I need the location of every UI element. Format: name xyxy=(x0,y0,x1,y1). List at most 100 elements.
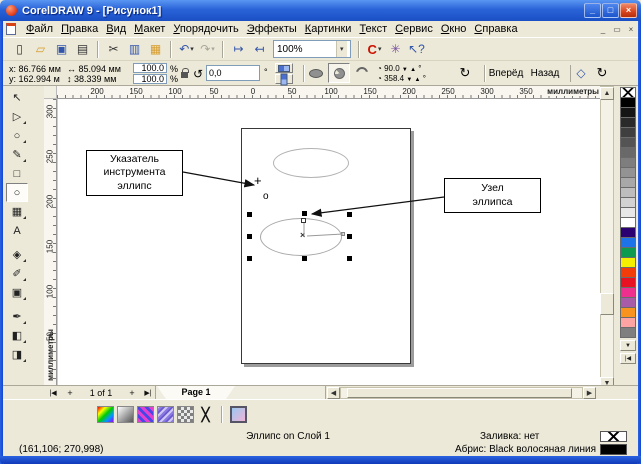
undo-button[interactable]: ↶ ▾ xyxy=(176,39,197,59)
end-angle-value[interactable]: 358.4 xyxy=(384,74,404,83)
vertical-scroll-thumb[interactable] xyxy=(600,293,614,315)
ellipse-node[interactable] xyxy=(301,218,306,223)
rectangle-tool[interactable]: □ xyxy=(6,164,28,183)
selection-handle[interactable] xyxy=(347,256,352,261)
scroll-up-button[interactable]: ▲ xyxy=(600,87,614,100)
callout-node-box[interactable]: Узел эллипса xyxy=(444,178,541,213)
vertical-scrollbar[interactable] xyxy=(600,86,614,399)
y-value[interactable]: 162.994 м xyxy=(19,74,60,84)
mirror-horizontal-button[interactable] xyxy=(275,63,293,73)
first-page-button[interactable]: |◀ xyxy=(46,387,60,399)
menu-item[interactable]: Картинки xyxy=(301,22,356,36)
dropdown-arrow-icon[interactable]: ▾ xyxy=(378,45,382,53)
texture-fill-icon[interactable] xyxy=(177,406,194,423)
zoom-level-combo[interactable]: ▾ xyxy=(273,40,351,58)
scale-x-field[interactable]: 100.0 xyxy=(133,63,167,73)
copy-button[interactable]: ▥ xyxy=(124,39,145,59)
close-button[interactable]: × xyxy=(620,3,637,18)
mirror-vertical-button[interactable] xyxy=(275,73,293,85)
ellipse-shape-button[interactable] xyxy=(305,63,327,83)
menu-item[interactable]: Вид xyxy=(102,22,130,36)
selection-handle[interactable] xyxy=(302,256,307,261)
dropdown-arrow-icon[interactable]: ▾ xyxy=(211,45,215,53)
freehand-tool[interactable]: ✎ xyxy=(6,145,28,164)
no-fill-icon[interactable]: ╳ xyxy=(197,406,214,423)
context-help-button[interactable]: ↖? xyxy=(406,39,427,59)
menu-item[interactable]: Текст xyxy=(355,22,391,36)
maximize-button[interactable]: □ xyxy=(602,3,619,18)
full-pattern-fill-icon[interactable] xyxy=(157,406,174,423)
horizontal-ruler[interactable]: 20015010050050100150200250300350400 милл… xyxy=(57,86,600,99)
document-icon[interactable] xyxy=(6,23,16,35)
selection-handle[interactable] xyxy=(347,234,352,239)
selection-handle[interactable] xyxy=(347,212,352,217)
new-button[interactable]: ▯ xyxy=(9,39,30,59)
palette-expand-button[interactable]: |◀ xyxy=(620,353,636,364)
ellipse-node-small[interactable] xyxy=(341,232,345,236)
menu-item[interactable]: Макет xyxy=(130,22,169,36)
ellipse-shape-top[interactable] xyxy=(273,148,349,178)
fill-tool[interactable]: ◧ xyxy=(6,326,28,345)
fill-color-icon[interactable] xyxy=(97,406,114,423)
scroll-right-button[interactable]: ▶ xyxy=(583,387,596,399)
paste-button[interactable]: ▦ xyxy=(145,39,166,59)
add-page-after-button[interactable]: + xyxy=(125,387,139,399)
dropdown-arrow-icon[interactable]: ▾ xyxy=(336,41,347,57)
export-button[interactable]: ↤ xyxy=(249,39,270,59)
connector-tool[interactable]: ▣ xyxy=(6,283,28,302)
eyedropper-tool[interactable]: ✐ xyxy=(6,264,28,283)
mdi-restore-button[interactable]: ▭ xyxy=(610,22,624,36)
scroll-left-button[interactable]: ◀ xyxy=(327,387,340,399)
menu-item[interactable]: Сервис xyxy=(391,22,437,36)
rotation-angle-field[interactable]: 0,0 xyxy=(206,65,260,81)
color-docker-icon[interactable] xyxy=(230,406,247,423)
x-value[interactable]: 86.766 мм xyxy=(19,64,61,74)
width-value[interactable]: 85.094 мм xyxy=(79,64,121,74)
horizontal-scrollbar[interactable] xyxy=(340,387,583,399)
menu-item[interactable]: Правка xyxy=(57,22,102,36)
pattern-fill-icon[interactable] xyxy=(137,406,154,423)
lock-ratio-icon[interactable] xyxy=(181,68,189,78)
scale-y-field[interactable]: 100.0 xyxy=(133,74,167,84)
arc-shape-button[interactable] xyxy=(351,63,373,83)
color-well[interactable] xyxy=(620,327,636,338)
horizontal-scroll-thumb[interactable] xyxy=(347,388,572,398)
shape-tool[interactable]: ▷ xyxy=(6,107,28,126)
drawing-canvas[interactable]: Указатель инструмента эллипс Узел эллипс… xyxy=(57,99,600,385)
start-angle-value[interactable]: 90.0 xyxy=(384,64,400,73)
ellipse-center-marker[interactable]: × xyxy=(300,230,305,240)
mdi-close-button[interactable]: × xyxy=(624,22,638,36)
last-page-button[interactable]: ▶| xyxy=(141,387,155,399)
save-button[interactable]: ▣ xyxy=(51,39,72,59)
palette-more-button[interactable]: ▼ xyxy=(620,340,636,351)
ruler-origin[interactable] xyxy=(44,86,57,99)
selection-handle[interactable] xyxy=(302,211,307,216)
minimize-button[interactable]: _ xyxy=(584,3,601,18)
pie-shape-button[interactable] xyxy=(328,63,350,83)
convert-to-curves-button[interactable]: ◇ xyxy=(571,63,591,83)
add-page-before-button[interactable]: + xyxy=(63,387,77,399)
spin-up-icon[interactable]: ▲ xyxy=(415,77,421,83)
menu-item[interactable]: Файл xyxy=(22,22,57,36)
ellipse-tool[interactable]: ○ xyxy=(6,183,28,202)
page-tab[interactable]: Page 1 xyxy=(157,386,235,399)
zoom-level-input[interactable] xyxy=(277,43,335,55)
outline-tool[interactable]: ✒ xyxy=(6,307,28,326)
selection-handle[interactable] xyxy=(247,256,252,261)
fountain-fill-icon[interactable] xyxy=(117,406,134,423)
selection-handle[interactable] xyxy=(247,212,252,217)
height-value[interactable]: 38.339 мм xyxy=(74,74,116,84)
import-button[interactable]: ↦ xyxy=(228,39,249,59)
cut-button[interactable]: ✂ xyxy=(103,39,124,59)
spin-down-icon[interactable]: ▼ xyxy=(406,77,412,83)
menu-item[interactable]: Упорядочить xyxy=(169,22,242,36)
text-tool[interactable]: A xyxy=(6,221,28,240)
print-button[interactable]: ▤ xyxy=(72,39,93,59)
to-front-button[interactable]: Вперёд xyxy=(486,65,526,81)
menu-item[interactable]: Эффекты xyxy=(243,22,301,36)
app-launcher-button[interactable]: C ▾ xyxy=(364,39,385,59)
interactive-blend-tool[interactable]: ◈ xyxy=(6,245,28,264)
zoom-tool[interactable]: ○ xyxy=(6,126,28,145)
spin-down-icon[interactable]: ▼ xyxy=(402,67,408,73)
menu-item[interactable]: Справка xyxy=(470,22,521,36)
